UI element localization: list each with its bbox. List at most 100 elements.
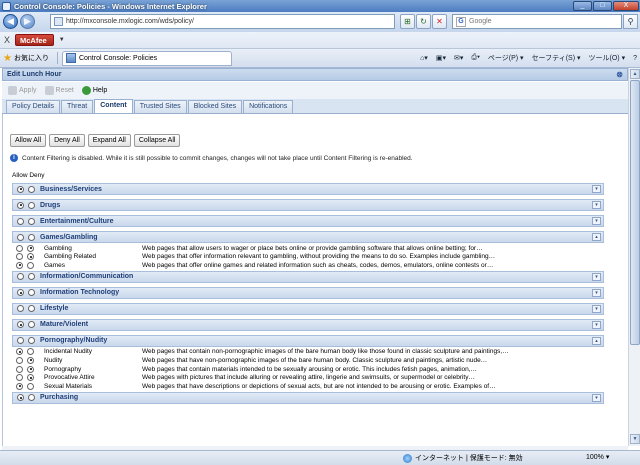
allow-radio[interactable] <box>17 201 24 209</box>
deny-radio[interactable] <box>27 253 34 261</box>
deny-radio[interactable] <box>28 201 35 209</box>
chevron-down-icon[interactable]: ▾ <box>592 288 601 297</box>
deny-all-button[interactable]: Deny All <box>49 134 85 147</box>
close-panel-icon[interactable]: ⊗ <box>616 69 623 80</box>
scroll-up-arrow[interactable]: ▲ <box>630 69 640 79</box>
close-window-button[interactable]: X <box>613 1 639 11</box>
chevron-up-icon[interactable]: ▴ <box>592 336 601 345</box>
mail-icon[interactable]: ✉▾ <box>454 54 463 62</box>
allow-radio[interactable] <box>16 348 23 356</box>
deny-radio[interactable] <box>27 348 34 356</box>
allow-radio[interactable] <box>17 337 24 345</box>
browser-tab[interactable]: Control Console: Policies <box>61 50 232 66</box>
chevron-down-icon[interactable]: ▾ <box>592 217 601 225</box>
allow-radio[interactable] <box>17 233 24 241</box>
tab-blocked-sites[interactable]: Blocked Sites <box>187 100 243 113</box>
allow-radio[interactable] <box>16 365 23 373</box>
allow-radio[interactable] <box>16 374 23 382</box>
google-icon: G <box>456 16 466 27</box>
chevron-up-icon[interactable]: ▴ <box>592 233 601 241</box>
chevron-down-icon[interactable]: ▾ <box>592 201 601 209</box>
category-row[interactable]: Information/Communication ▾ <box>12 270 604 283</box>
page-menu[interactable]: ページ(P) ▾ <box>488 53 524 63</box>
feeds-icon[interactable]: ▣▾ <box>436 54 446 62</box>
deny-radio[interactable] <box>28 217 35 225</box>
stop-button[interactable]: ✕ <box>432 14 447 29</box>
deny-radio[interactable] <box>27 382 34 390</box>
chevron-down-icon[interactable]: ▾ <box>592 185 601 193</box>
allow-radio[interactable] <box>17 321 24 329</box>
deny-radio[interactable] <box>28 289 35 297</box>
zoom-level[interactable]: 100% ▾ <box>586 453 609 461</box>
category-row[interactable]: Entertainment/Culture ▾ <box>12 215 604 227</box>
allow-radio[interactable] <box>16 253 23 261</box>
expand-all-button[interactable]: Expand All <box>87 134 131 147</box>
category-row[interactable]: Business/Services ▾ <box>12 183 604 195</box>
home-icon[interactable]: ⌂▾ <box>420 54 428 62</box>
refresh-button[interactable]: ↻ <box>416 14 431 29</box>
allow-radio[interactable] <box>17 185 24 193</box>
allow-radio[interactable] <box>17 289 24 297</box>
search-input[interactable]: G Google <box>452 14 622 29</box>
vertical-scrollbar[interactable]: ▲ ▼ <box>628 68 640 446</box>
help-menu[interactable]: ? <box>633 55 637 62</box>
allow-radio[interactable] <box>17 217 24 225</box>
allow-radio[interactable] <box>16 244 23 252</box>
allow-all-button[interactable]: Allow All <box>10 134 47 147</box>
category-row[interactable]: Information Technology ▾ <box>12 286 604 299</box>
forward-button[interactable]: ▶ <box>20 14 35 29</box>
tab-threat[interactable]: Threat <box>61 100 94 113</box>
close-toolbar-icon[interactable]: X <box>4 35 10 45</box>
chevron-down-icon[interactable]: ▾ <box>592 320 601 329</box>
deny-radio[interactable] <box>27 244 34 252</box>
chevron-down-icon[interactable]: ▾ <box>592 304 601 313</box>
print-icon[interactable]: ⎙▾ <box>471 54 480 62</box>
allow-radio[interactable] <box>16 382 23 390</box>
chevron-down-icon[interactable]: ▾ <box>592 393 601 402</box>
category-row[interactable]: Pornography/Nudity ▴ <box>12 334 604 347</box>
back-button[interactable]: ◀ <box>3 14 18 29</box>
chevron-down-icon[interactable]: ▾ <box>592 272 601 281</box>
deny-radio[interactable] <box>28 233 35 241</box>
deny-radio[interactable] <box>27 356 34 364</box>
tab-content[interactable]: Content <box>94 99 133 113</box>
scroll-thumb[interactable] <box>630 80 640 345</box>
chevron-down-icon[interactable]: ▼ <box>59 37 65 43</box>
deny-radio[interactable] <box>28 305 35 313</box>
scroll-down-arrow[interactable]: ▼ <box>630 434 640 444</box>
deny-radio[interactable] <box>28 185 35 193</box>
tab-notifications[interactable]: Notifications <box>243 100 294 113</box>
tab-trusted-sites[interactable]: Trusted Sites <box>133 100 187 113</box>
apply-button[interactable]: Apply <box>8 86 37 95</box>
reset-button[interactable]: Reset <box>44 86 74 95</box>
tab-policy-details[interactable]: Policy Details <box>6 100 61 113</box>
deny-radio[interactable] <box>28 394 35 402</box>
category-row[interactable]: Purchasing ▾ <box>12 391 604 404</box>
allow-radio[interactable] <box>16 261 23 269</box>
mcafee-button[interactable]: McAfee <box>15 34 54 46</box>
deny-radio[interactable] <box>28 321 35 329</box>
help-button[interactable]: Help <box>81 86 107 95</box>
deny-radio[interactable] <box>27 374 34 382</box>
address-bar[interactable]: http://mxconsole.mxlogic.com/wds/policy/ <box>50 14 395 29</box>
deny-radio[interactable] <box>28 273 35 281</box>
safety-menu[interactable]: セーフティ(S) ▾ <box>532 53 581 63</box>
category-row[interactable]: Games/Gambling ▴ <box>12 231 604 243</box>
allow-radio[interactable] <box>17 273 24 281</box>
deny-radio[interactable] <box>27 261 34 269</box>
maximize-button[interactable]: □ <box>593 1 612 11</box>
category-row[interactable]: Lifestyle ▾ <box>12 302 604 315</box>
allow-radio[interactable] <box>17 305 24 313</box>
favorites-button[interactable]: ★ お気に入り <box>3 53 49 64</box>
minimize-button[interactable]: _ <box>573 1 592 11</box>
category-row[interactable]: Drugs ▾ <box>12 199 604 211</box>
search-icon[interactable]: ⚲ <box>623 14 638 29</box>
deny-radio[interactable] <box>28 337 35 345</box>
deny-radio[interactable] <box>27 365 34 373</box>
tools-menu[interactable]: ツール(O) ▾ <box>589 53 626 63</box>
category-row[interactable]: Mature/Violent ▾ <box>12 318 604 331</box>
allow-radio[interactable] <box>16 356 23 364</box>
collapse-all-button[interactable]: Collapse All <box>133 134 181 147</box>
allow-radio[interactable] <box>17 394 24 402</box>
compat-view-button[interactable]: ⊞ <box>400 14 415 29</box>
